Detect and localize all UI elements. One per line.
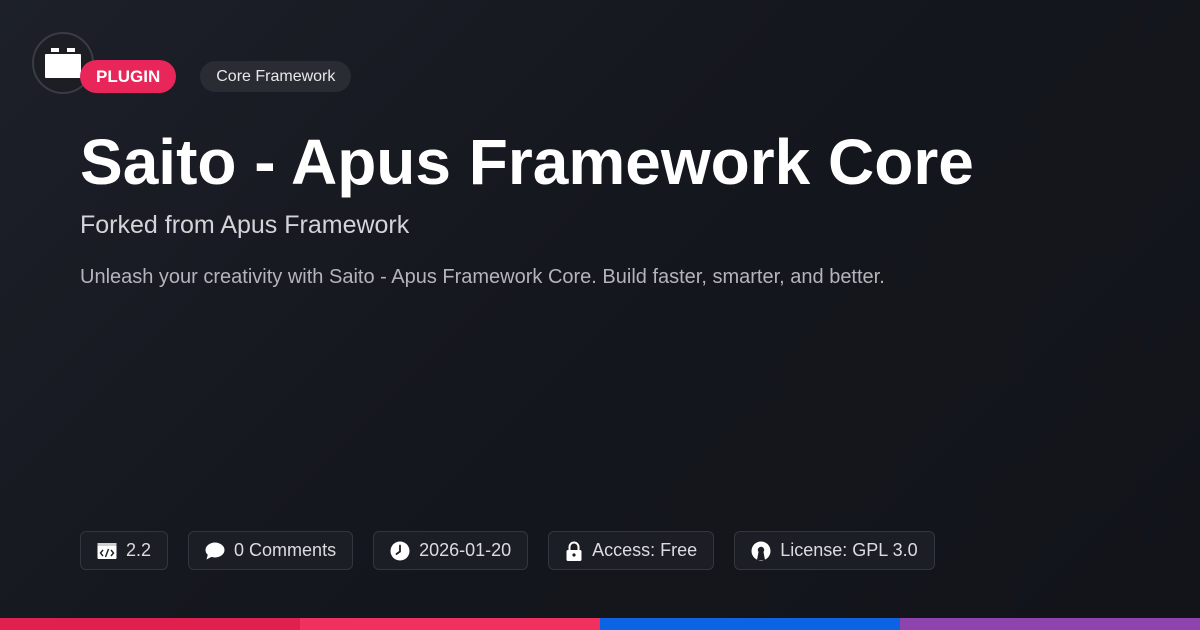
plugin-block-icon	[45, 48, 81, 78]
lock-icon	[566, 541, 582, 561]
meta-access: Access: Free	[548, 531, 715, 570]
comment-bubble-icon	[205, 542, 225, 559]
meta-access-text: Access: Free	[592, 540, 698, 560]
type-badge[interactable]: PLUGIN	[80, 60, 177, 93]
meta-row: 2.2 0 Comments 2026-01-20 Access: Free L…	[80, 531, 955, 570]
meta-date-text: 2026-01-20	[419, 540, 512, 560]
accent-bar-segment	[300, 618, 600, 630]
meta-license[interactable]: License: GPL 3.0	[734, 531, 935, 570]
meta-comments-text: 0 Comments	[234, 540, 337, 560]
category-badge[interactable]: Core Framework	[200, 61, 352, 92]
accent-bar-segment	[900, 618, 1200, 630]
accent-bar-segment	[0, 618, 300, 630]
accent-bar	[0, 618, 1200, 630]
meta-comments[interactable]: 0 Comments	[188, 531, 354, 570]
meta-version: 2.2	[80, 531, 169, 570]
meta-date: 2026-01-20	[373, 531, 529, 570]
accent-bar-segment	[600, 618, 900, 630]
code-window-icon	[97, 542, 117, 559]
clock-icon	[390, 541, 410, 560]
page-description: Unleash your creativity with Saito - Apu…	[80, 266, 885, 288]
meta-version-text: 2.2	[126, 540, 152, 560]
meta-license-text: License: GPL 3.0	[780, 540, 918, 560]
open-source-icon	[751, 541, 771, 560]
page-title: Saito - Apus Framework Core	[80, 126, 974, 198]
tag-row: PLUGIN Core Framework	[80, 60, 352, 93]
page-subtitle: Forked from Apus Framework	[80, 211, 410, 239]
